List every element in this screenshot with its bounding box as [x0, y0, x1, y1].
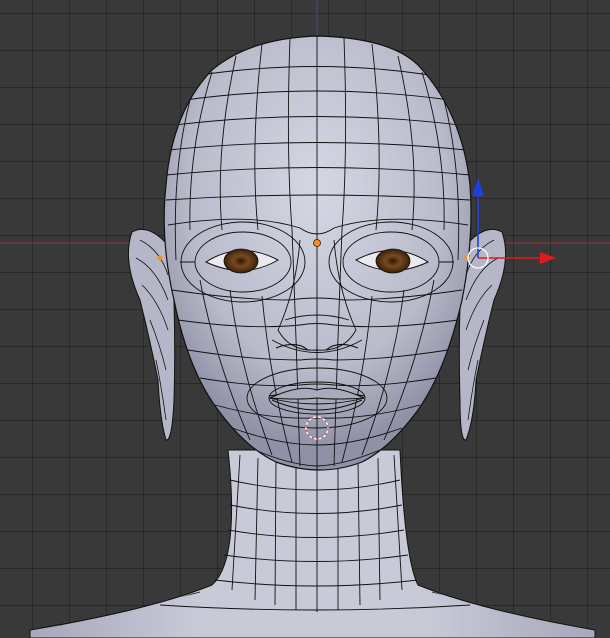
- gizmo-x-arrowhead[interactable]: [540, 252, 556, 264]
- 3d-viewport[interactable]: [0, 0, 610, 638]
- move-arrows-icon[interactable]: [0, 0, 610, 638]
- gizmo-z-arrowhead[interactable]: [472, 178, 484, 196]
